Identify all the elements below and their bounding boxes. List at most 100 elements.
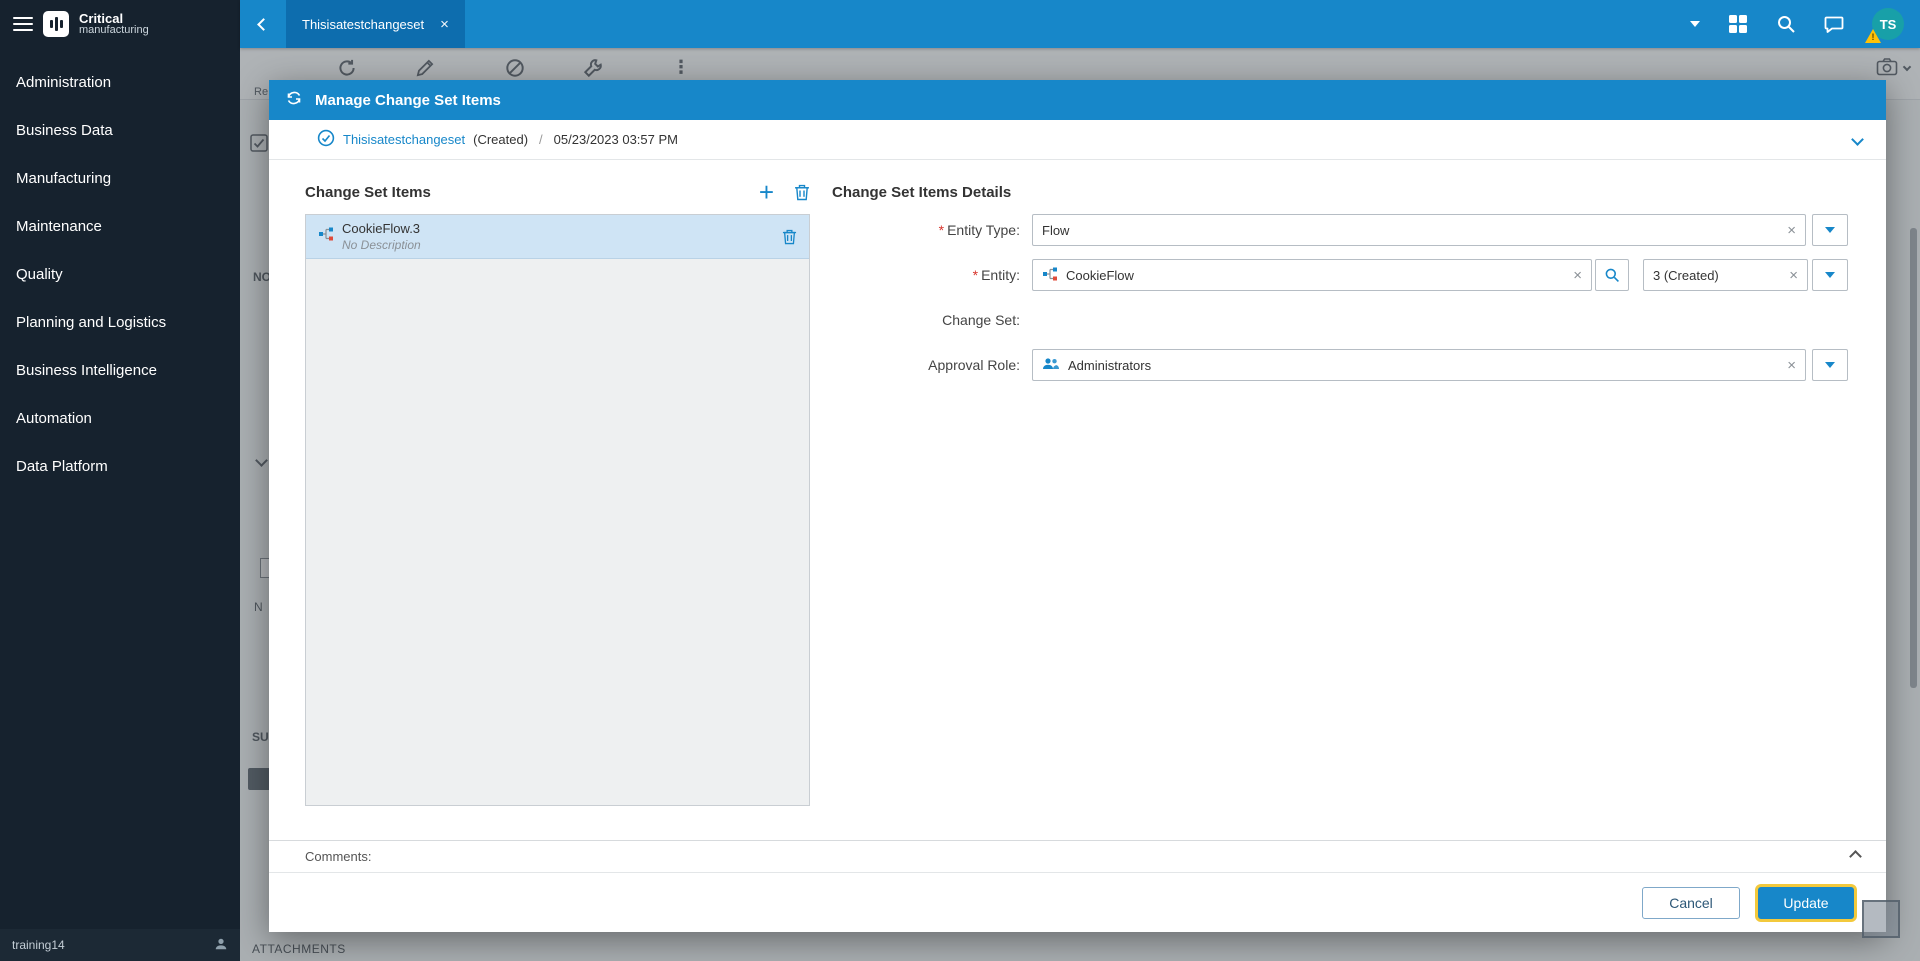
delete-items-button[interactable] [794,183,810,201]
application-window: ⋮ Re NO N SU ATTACHMENTS Critical manufa… [0,0,1920,961]
add-item-button[interactable]: + [759,179,774,205]
avatar-initials: TS [1879,16,1897,32]
entity-type-dropdown-button[interactable] [1812,214,1848,246]
breadcrumb-changeset-link[interactable]: Thisisatestchangeset [343,132,465,147]
chat-icon[interactable] [1824,14,1844,34]
entity-type-input[interactable]: Flow × [1032,214,1806,246]
sidebar-item-label: Quality [16,265,63,283]
sidebar-item-manufacturing[interactable]: Manufacturing [0,154,240,202]
tab-close-icon[interactable]: × [440,16,449,33]
sidebar: Critical manufacturing Administration Bu… [0,0,240,961]
entity-input[interactable]: CookieFlow × [1032,259,1592,291]
sidebar-nav: Administration Business Data Manufacturi… [0,48,240,929]
list-item-title: CookieFlow.3 [342,221,421,236]
required-marker: * [972,267,979,283]
tab-thisisatestchangeset[interactable]: Thisisatestchangeset × [286,0,465,48]
approval-role-value: Administrators [1068,357,1152,373]
back-button[interactable] [240,0,286,48]
change-set-row: Change Set: [832,304,1848,336]
change-set-items-list: CookieFlow.3 No Description [305,214,810,806]
update-button[interactable]: Update [1758,886,1854,919]
chevron-up-icon [1849,850,1862,863]
sidebar-footer: training14 [0,929,240,961]
clear-icon[interactable]: × [1573,268,1582,283]
entity-type-row: * Entity Type: Flow × [832,214,1848,246]
items-panel-actions: + [759,179,810,205]
warning-badge-icon: ! [1865,29,1881,43]
entity-type-value: Flow [1042,222,1070,238]
flow-icon [318,226,334,247]
list-item-text: CookieFlow.3 No Description [342,221,774,252]
approval-role-input[interactable]: Administrators × [1032,349,1806,381]
clear-icon[interactable]: × [1789,268,1798,283]
caret-down-icon [1825,272,1835,278]
breadcrumb-timestamp: 05/23/2023 03:57 PM [553,132,678,147]
topbar: Thisisatestchangeset × TS ! [240,0,1920,48]
cancel-button[interactable]: Cancel [1642,886,1740,919]
list-item-description: No Description [342,238,421,252]
sidebar-item-label: Manufacturing [16,169,112,187]
entity-type-label-text: Entity Type: [947,222,1020,238]
dialog-footer: Cancel Update [269,872,1886,932]
entity-row: * Entity: CookieFlow × 3 (Created) × [832,259,1848,291]
clear-icon[interactable]: × [1787,358,1796,373]
sidebar-item-administration[interactable]: Administration [0,58,240,106]
change-set-controls [1032,304,1848,336]
entity-value: CookieFlow [1066,267,1134,283]
entity-version-dropdown-button[interactable] [1812,259,1848,291]
chevron-left-icon [256,17,270,31]
sidebar-item-label: Planning and Logistics [16,313,167,331]
brand-name-light: manufacturing [79,24,149,37]
sidebar-item-label: Data Platform [16,457,108,475]
change-set-label: Change Set: [832,312,1032,328]
list-item-cookieflow[interactable]: CookieFlow.3 No Description [306,215,809,259]
approval-role-label: Approval Role: [832,357,1032,373]
approval-role-controls: Administrators × [1032,349,1848,381]
current-user-label: training14 [12,938,65,952]
sidebar-item-label: Business Intelligence [16,361,157,379]
change-set-icon [285,89,303,111]
approval-role-dropdown-button[interactable] [1812,349,1848,381]
avatar[interactable]: TS ! [1865,8,1904,43]
sidebar-item-business-data[interactable]: Business Data [0,106,240,154]
search-icon[interactable] [1776,14,1796,34]
sidebar-brand: Critical manufacturing [0,0,240,48]
brand-name: Critical manufacturing [79,11,149,37]
collapse-header-button[interactable] [1851,132,1864,147]
items-panel-header: Change Set Items + [305,174,810,210]
entity-search-button[interactable] [1595,259,1629,291]
sidebar-item-planning-and-logistics[interactable]: Planning and Logistics [0,298,240,346]
chevron-down-icon [1851,133,1864,146]
sidebar-item-business-intelligence[interactable]: Business Intelligence [0,346,240,394]
sidebar-item-label: Administration [16,73,112,91]
comments-collapse-button[interactable] [1849,849,1862,864]
sidebar-item-maintenance[interactable]: Maintenance [0,202,240,250]
sidebar-item-automation[interactable]: Automation [0,394,240,442]
required-marker: * [938,222,945,238]
entity-controls: CookieFlow × 3 (Created) × [1032,259,1848,291]
comments-section-toggle[interactable]: Comments: [269,840,1886,872]
hamburger-menu-icon[interactable] [13,17,33,31]
sidebar-item-label: Automation [16,409,92,427]
entity-label: * Entity: [832,267,1032,283]
user-badge-icon[interactable] [214,937,228,954]
delete-row-button[interactable] [782,228,797,245]
items-panel-title: Change Set Items [305,183,431,201]
dialog-header: Manage Change Set Items [269,80,1886,120]
topbar-actions: TS ! [1690,8,1920,43]
clear-icon[interactable]: × [1787,223,1796,238]
people-icon [1042,357,1060,374]
apps-grid-icon[interactable] [1728,14,1748,34]
pointer-highlight-artifact [1862,900,1900,938]
entity-version-value: 3 (Created) [1653,267,1719,283]
sidebar-item-quality[interactable]: Quality [0,250,240,298]
comments-label: Comments: [305,849,372,864]
menu-caret-icon[interactable] [1690,21,1700,27]
approval-role-row: Approval Role: Administrators × [832,349,1848,381]
caret-down-icon [1825,227,1835,233]
approval-role-label-text: Approval Role: [928,357,1020,373]
caret-down-icon [1825,362,1835,368]
entity-version-input[interactable]: 3 (Created) × [1643,259,1808,291]
check-circle-icon [317,129,335,150]
sidebar-item-data-platform[interactable]: Data Platform [0,442,240,490]
